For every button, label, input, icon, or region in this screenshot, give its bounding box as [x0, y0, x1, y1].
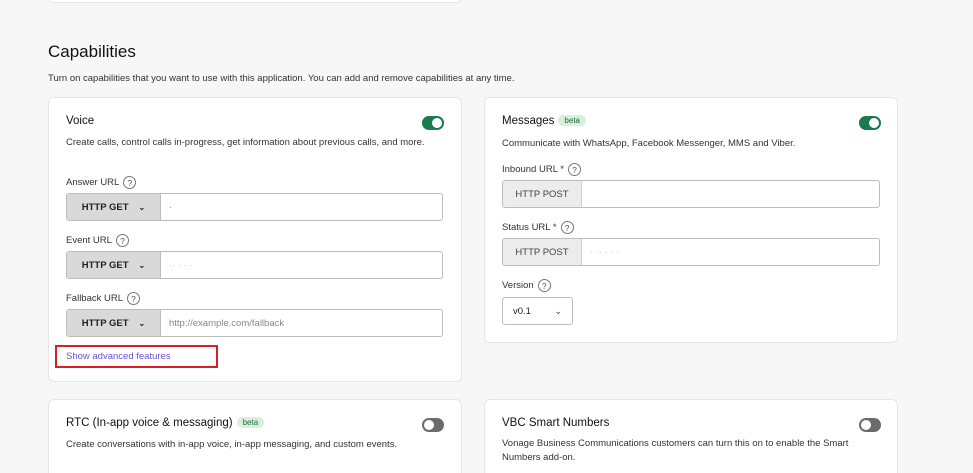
voice-description: Create calls, control calls in-progress,…	[66, 137, 425, 148]
rtc-title: RTC (In-app voice & messaging) beta	[66, 417, 265, 429]
inbound-url-label-text: Inbound URL *	[502, 164, 564, 175]
status-url-label: Status URL * ?	[502, 221, 574, 234]
toggle-knob	[861, 420, 871, 430]
method-label: HTTP GET	[81, 201, 129, 213]
chevron-down-icon: ⌄	[554, 305, 562, 316]
inbound-url-row: HTTP POST	[502, 180, 880, 208]
vbc-toggle[interactable]	[859, 418, 881, 432]
vbc-description: Vonage Business Communications customers…	[502, 438, 849, 463]
voice-toggle[interactable]	[422, 116, 444, 130]
event-url-label: Event URL ?	[66, 234, 129, 247]
answer-url-label-text: Answer URL	[66, 177, 120, 188]
answer-url-label: Answer URL ?	[66, 176, 137, 189]
status-url-row: HTTP POST · ·· · · ·	[502, 238, 880, 266]
fallback-url-row: HTTP GET ⌄ http://example.com/fallback	[66, 309, 443, 337]
help-icon[interactable]: ?	[115, 234, 129, 247]
toggle-knob	[432, 118, 442, 128]
status-url-input[interactable]: · ·· · · ·	[582, 239, 879, 265]
previous-card	[48, 0, 462, 3]
page-title: Capabilities	[48, 42, 136, 61]
method-label: HTTP GET	[81, 259, 129, 271]
show-advanced-features-link[interactable]: Show advanced features	[55, 345, 218, 368]
help-icon[interactable]: ?	[537, 279, 551, 292]
rtc-toggle[interactable]	[422, 418, 444, 432]
messages-toggle[interactable]	[859, 116, 881, 130]
fallback-method-dropdown[interactable]: HTTP GET ⌄	[67, 310, 161, 336]
chevron-down-icon: ⌄	[138, 318, 146, 328]
vbc-title: VBC Smart Numbers	[502, 417, 610, 429]
method-label: HTTP GET	[81, 317, 129, 329]
beta-badge: beta	[236, 417, 265, 429]
beta-badge: beta	[558, 115, 586, 127]
chevron-down-icon: ⌄	[138, 202, 146, 212]
answer-url-row: HTTP GET ⌄ ·	[66, 193, 443, 221]
inbound-method-label: HTTP POST	[503, 181, 582, 207]
version-label-text: Version	[502, 280, 534, 291]
messages-title: Messages beta	[502, 115, 586, 127]
rtc-description: Create conversations with in-app voice, …	[66, 439, 398, 450]
version-value: v0.1	[513, 305, 531, 317]
inbound-url-input[interactable]	[582, 181, 879, 207]
help-icon[interactable]: ?	[560, 221, 574, 234]
help-icon[interactable]: ?	[123, 176, 137, 189]
help-icon[interactable]: ?	[127, 292, 141, 305]
rtc-title-text: RTC (In-app voice & messaging)	[66, 417, 233, 429]
version-select[interactable]: v0.1 ⌄	[502, 297, 573, 325]
event-url-label-text: Event URL	[66, 235, 112, 246]
voice-title: Voice	[66, 115, 95, 127]
messages-description: Communicate with WhatsApp, Facebook Mess…	[502, 138, 796, 149]
toggle-knob	[424, 420, 434, 430]
messages-title-text: Messages	[502, 115, 555, 127]
chevron-down-icon: ⌄	[138, 260, 146, 270]
fallback-url-label-text: Fallback URL	[66, 293, 124, 304]
status-method-label: HTTP POST	[503, 239, 582, 265]
toggle-knob	[869, 118, 879, 128]
answer-method-dropdown[interactable]: HTTP GET ⌄	[67, 194, 161, 220]
fallback-url-input[interactable]: http://example.com/fallback	[161, 310, 442, 336]
event-method-dropdown[interactable]: HTTP GET ⌄	[67, 252, 161, 278]
event-url-input[interactable]: ·· · · ·	[161, 252, 442, 278]
rtc-card	[48, 399, 462, 473]
fallback-url-label: Fallback URL ?	[66, 292, 141, 305]
version-label: Version ?	[502, 279, 551, 292]
inbound-url-label: Inbound URL * ?	[502, 163, 581, 176]
status-url-label-text: Status URL *	[502, 222, 557, 233]
event-url-row: HTTP GET ⌄ ·· · · ·	[66, 251, 443, 279]
section-description: Turn on capabilities that you want to us…	[48, 73, 515, 84]
help-icon[interactable]: ?	[567, 163, 581, 176]
answer-url-input[interactable]: ·	[161, 194, 442, 220]
